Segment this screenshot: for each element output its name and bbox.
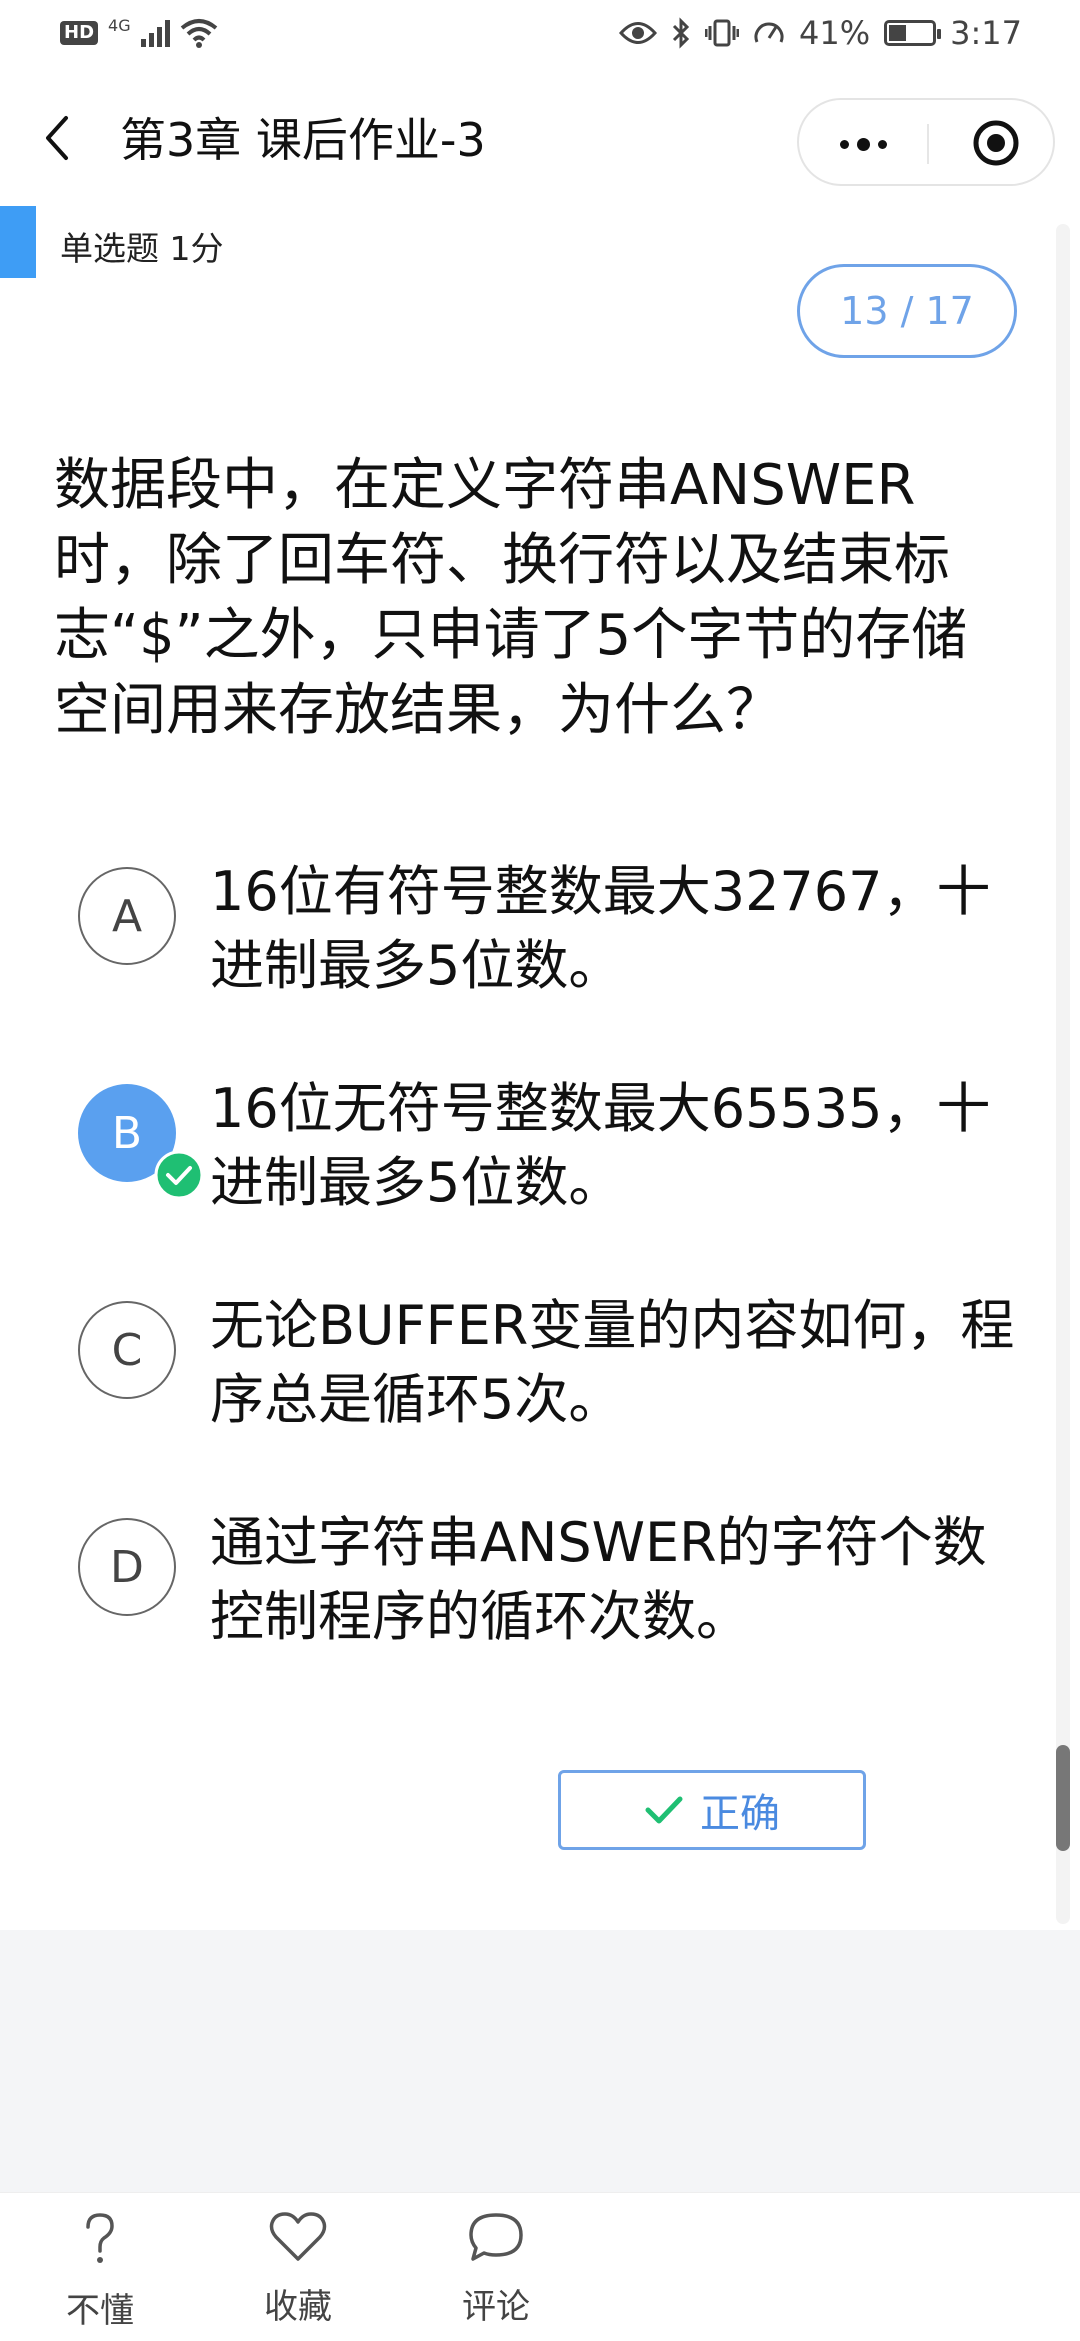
bottom-bar: 不懂 收藏 评论 [0,2192,1080,2341]
speed-icon [754,22,784,43]
close-target-icon[interactable] [971,118,1021,168]
bluetooth-icon [672,17,690,49]
tab-label: 收藏 [264,2287,332,2327]
status-bar: HD 4G 41% 3:17 [0,0,1080,72]
result-correct: 正确 [558,1770,866,1850]
more-icon[interactable] [833,130,893,158]
result-label: 正确 [700,1791,780,1837]
tab-dont-understand[interactable]: 不懂 [40,2211,160,2332]
question-text: 数据段中，在定义字符串ANSWER时，除了回车符、换行符以及结束标志“$”之外，… [54,453,968,743]
option-text[interactable]: 16位无符号整数最大65535，十进制最多5位数。 [210,1072,1030,1220]
question-mark-icon [86,2213,114,2263]
option-text[interactable]: 16位有符号整数最大32767，十进制最多5位数。 [210,855,1030,1003]
tab-favorite[interactable]: 收藏 [238,2211,358,2328]
option-text[interactable]: 无论BUFFER变量的内容如何，程序总是循环5次。 [210,1289,1030,1437]
option-letter[interactable]: A [78,867,176,965]
header: 第3章 课后作业-3 [0,72,1080,204]
back-icon[interactable] [38,112,78,164]
hd-badge: HD [60,21,99,45]
mini-program-capsule [797,98,1055,186]
scrollbar-track[interactable] [1056,224,1070,1924]
question-area: 单选题 1分 13 / 17 数据段中，在定义字符串ANSWER时，除了回车符、… [0,204,1080,1930]
vibrate-icon [705,19,740,47]
checkmark-icon [645,1796,683,1824]
battery-icon [884,20,942,46]
network-type: 4G [108,15,131,35]
status-right: 41% 3:17 [619,14,1022,52]
tab-comment[interactable]: 评论 [436,2211,556,2328]
comment-icon [469,2213,523,2261]
option-letter[interactable]: D [78,1518,176,1616]
scrollbar-thumb[interactable] [1056,1745,1070,1851]
status-left: HD 4G [60,15,218,48]
battery-percent: 41% [799,14,871,52]
question-type: 单选题 1分 [60,229,224,268]
tab-label: 不懂 [66,2291,134,2331]
capsule-divider [927,124,929,164]
option-letter[interactable]: C [78,1301,176,1399]
clock: 3:17 [950,14,1022,52]
tab-label: 评论 [462,2287,530,2327]
option-text[interactable]: 通过字符串ANSWER的字符个数控制程序的循环次数。 [210,1506,1030,1654]
signal-icon [140,19,170,47]
page-title: 第3章 课后作业-3 [120,113,486,167]
check-circle-icon [154,1150,204,1200]
question-marker [0,206,36,278]
eye-icon [619,22,658,44]
question-pager[interactable]: 13 / 17 [797,264,1017,358]
content-spacer [0,1930,1080,2192]
wifi-icon [180,19,217,48]
heart-icon [269,2212,327,2261]
